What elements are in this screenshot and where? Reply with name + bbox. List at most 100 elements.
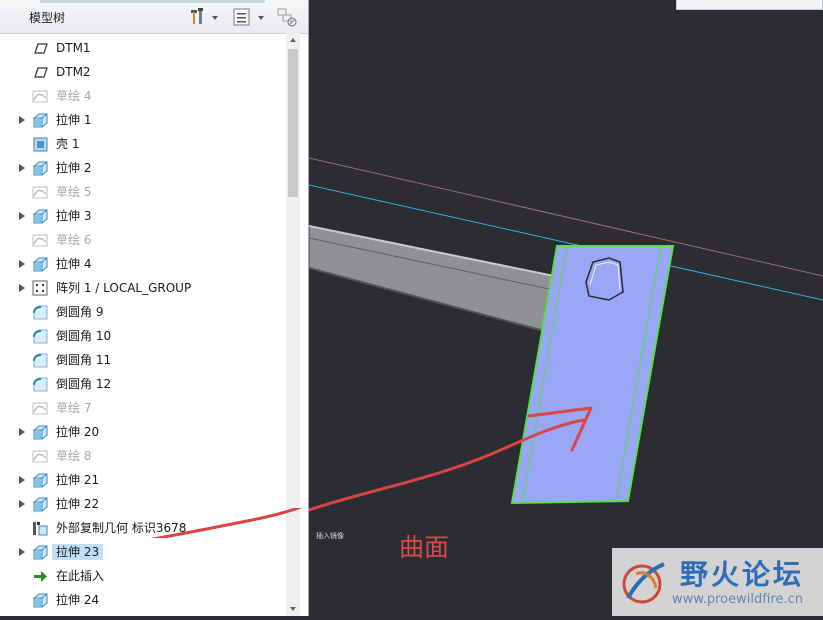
tree-item[interactable]: 拉伸 2 <box>0 156 286 180</box>
extrude-icon <box>33 425 48 440</box>
tree-item-label: 拉伸 22 <box>56 497 100 511</box>
model-tree-title: 模型树 <box>29 11 66 25</box>
round-icon <box>33 329 48 344</box>
flame-logo-icon <box>622 562 665 604</box>
tree-item[interactable]: 草绘 5 <box>0 180 286 204</box>
tree-item[interactable]: 拉伸 24 <box>0 588 286 612</box>
tree-item[interactable]: 草绘 7 <box>0 396 286 420</box>
watermark: 野火论坛 www.proewildfire.cn <box>612 548 823 616</box>
tree-item[interactable]: 倒圆角 10 <box>0 324 286 348</box>
round-icon <box>33 377 48 392</box>
extrude-icon <box>33 545 48 560</box>
sketch-icon <box>32 186 48 199</box>
tree-item-label: 拉伸 1 <box>56 113 92 127</box>
tree-item-label: 壳 1 <box>56 137 80 151</box>
viewport-note: 插入镜像 <box>316 532 344 540</box>
model-tree-header: 模型树 <box>0 0 308 34</box>
sketch-icon <box>32 234 48 247</box>
tree-item-label: 拉伸 24 <box>56 593 100 607</box>
expand-arrow-icon[interactable] <box>17 115 27 125</box>
tree-item-label: 拉伸 21 <box>56 473 100 487</box>
watermark-title: 野火论坛 <box>680 558 805 591</box>
expand-arrow-icon[interactable] <box>17 211 27 221</box>
tree-item-label: 拉伸 4 <box>56 257 92 271</box>
pattern-icon <box>32 280 48 296</box>
tree-item[interactable]: 拉伸 20 <box>0 420 286 444</box>
tab-strip <box>40 0 265 3</box>
tools-button[interactable] <box>190 7 220 27</box>
tree-item-label: 草绘 7 <box>56 401 92 415</box>
datum-plane-icon <box>34 67 48 78</box>
tree-item[interactable]: 壳 1 <box>0 132 286 156</box>
tree-item-label: 倒圆角 12 <box>56 377 112 391</box>
tree-item[interactable]: 倒圆角 9 <box>0 300 286 324</box>
copy-geometry-icon <box>33 522 48 536</box>
extrude-icon <box>33 209 48 224</box>
tree-item[interactable]: 拉伸 21 <box>0 468 286 492</box>
tree-item-label: 草绘 8 <box>56 449 92 463</box>
extrude-icon <box>33 161 48 176</box>
expand-arrow-icon[interactable] <box>17 547 27 557</box>
expand-arrow-icon[interactable] <box>17 499 27 509</box>
tree-filter-button[interactable] <box>277 7 299 27</box>
tree-item-label: 拉伸 20 <box>56 425 100 439</box>
tree-item-label: 倒圆角 9 <box>56 305 104 319</box>
surface-annotation: 曲面 <box>399 533 450 562</box>
tree-filter-icon <box>277 8 297 27</box>
tree-item[interactable]: 拉伸 23 <box>0 540 286 564</box>
tree-item-label: 在此插入 <box>56 569 105 583</box>
tree-settings-button[interactable] <box>233 7 267 27</box>
tree-item[interactable]: 草绘 6 <box>0 228 286 252</box>
tree-item-label: 草绘 5 <box>56 185 92 199</box>
tree-item[interactable]: 倒圆角 11 <box>0 348 286 372</box>
tree-item[interactable]: 倒圆角 12 <box>0 372 286 396</box>
annotation-arrow-tail <box>150 508 303 538</box>
tree-item[interactable]: DTM1 <box>0 36 286 60</box>
scroll-thumb[interactable] <box>288 49 298 197</box>
extrude-icon <box>33 593 48 608</box>
scroll-down-icon[interactable] <box>286 602 300 616</box>
expand-arrow-icon[interactable] <box>17 163 27 173</box>
tree-item-label: 倒圆角 11 <box>56 353 112 367</box>
tree-item-label: DTM2 <box>56 65 91 79</box>
tree-item[interactable]: 阵列 1 / LOCAL_GROUP <box>0 276 286 300</box>
watermark-url: www.proewildfire.cn <box>672 592 803 607</box>
tree-item[interactable]: 拉伸 4 <box>0 252 286 276</box>
round-icon <box>33 305 48 320</box>
expand-arrow-icon[interactable] <box>17 259 27 269</box>
shell-icon <box>33 137 48 152</box>
tree-item[interactable]: 拉伸 1 <box>0 108 286 132</box>
view-toolbar[interactable] <box>676 0 823 10</box>
sketch-icon <box>32 450 48 463</box>
extrude-icon <box>33 257 48 272</box>
tree-item[interactable]: 拉伸 3 <box>0 204 286 228</box>
tree-item-label: 草绘 4 <box>56 89 92 103</box>
expand-arrow-icon[interactable] <box>17 427 27 437</box>
scroll-up-icon[interactable] <box>286 33 300 47</box>
expand-arrow-icon[interactable] <box>17 283 27 293</box>
insert-here-icon <box>34 571 47 582</box>
tree-item[interactable]: 草绘 4 <box>0 84 286 108</box>
tree-item-label: 阵列 1 / LOCAL_GROUP <box>56 281 192 295</box>
sketch-icon <box>32 90 48 103</box>
expand-arrow-icon[interactable] <box>17 475 27 485</box>
graphics-viewport[interactable] <box>107 0 823 616</box>
tree-item-label: 拉伸 2 <box>56 161 92 175</box>
tools-icon <box>191 8 218 24</box>
tree-item[interactable]: 草绘 8 <box>0 444 286 468</box>
model-scene <box>107 157 823 555</box>
sketch-icon <box>32 402 48 415</box>
tree-item-label: 草绘 6 <box>56 233 92 247</box>
tree-item[interactable]: 在此插入 <box>0 564 286 588</box>
tree-item-label: 拉伸 3 <box>56 209 92 223</box>
tree-item-label: 拉伸 23 <box>52 544 104 560</box>
tree-item[interactable]: DTM2 <box>0 60 286 84</box>
round-icon <box>33 353 48 368</box>
extrude-icon <box>33 473 48 488</box>
extrude-icon <box>33 113 48 128</box>
extrude-icon <box>33 497 48 512</box>
tree-settings-icon <box>233 8 264 26</box>
tree-item-label: 倒圆角 10 <box>56 329 112 343</box>
tree-item-label: DTM1 <box>56 41 91 55</box>
datum-plane-icon <box>34 43 48 54</box>
